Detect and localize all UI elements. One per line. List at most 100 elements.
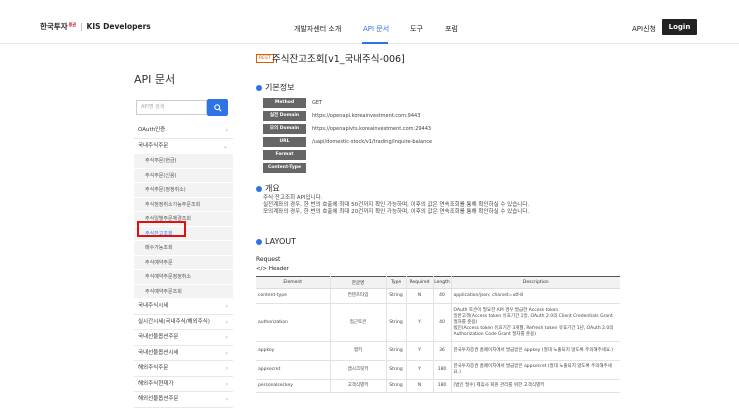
info-value: https://openapi.koreainvestment.com:9443 [312,112,421,119]
column-header: Description [451,276,620,289]
sidebar-item-oauth[interactable]: OAuth인증 › [134,123,233,139]
section-basic-info: 기본정보 [256,82,294,93]
table-cell: String [386,379,407,393]
info-key: Method [263,97,306,108]
sidebar-menu: OAuth인증 › 국내주식주문 ⌄ 주식주문(현금) 주식주문(신용) 주식주문(… [134,123,233,408]
table-row: appkey 앱키 String Y 36 한국투자증권 홈페이지에서 발급받은… [256,341,620,361]
chevron-right-icon: › [225,396,228,403]
overview-text: 주식 잔고조회 API입니다. 실전계좌의 경우, 한 번의 호출에 최대 50… [263,195,529,216]
sidebar-item-futures-order[interactable]: 국내선물옵션주문 › [134,330,233,346]
sidebar-item-overseas-order[interactable]: 해외주식주문 › [134,361,233,377]
request-label: Request [256,256,281,263]
nav-tools[interactable]: 도구 [410,24,423,34]
table-cell: Y [406,303,434,342]
chevron-right-icon: › [225,334,228,341]
sidebar-item-realtime[interactable]: 실시간시세(국내주식/해외주식) › [134,315,233,330]
sidebar-subitem[interactable]: 주식예약주문 [134,255,233,270]
table-cell: N [406,379,434,393]
table-cell: 한국투자증권 홈페이지에서 발급받은 appkey (절대 노출되지 않도록 주… [451,341,620,361]
sidebar-item-domestic-order[interactable]: 국내주식주문 ⌄ [134,139,233,155]
sidebar-item-overseas-futures-order[interactable]: 해외선물옵션주문 › [134,392,233,408]
nav-forum[interactable]: 포럼 [445,24,458,34]
bullet-dot-icon [256,238,262,245]
info-row-url: URL/uapi/domestic-stock/v1/trading/inqui… [263,136,663,147]
sidebar-subitem[interactable]: 주식예약주문정정취소 [134,270,233,285]
section-overview: 개요 [256,183,280,194]
info-row-format: Format [263,149,663,160]
request-header-table: Element 한글명 Type Required Length Descrip… [256,276,620,393]
info-row-content-type: Content-Type [263,162,663,173]
column-header: Element [256,276,331,289]
column-header: Type [386,276,407,289]
table-cell: String [386,288,407,304]
nav-about[interactable]: 개발자센터 소개 [294,24,341,34]
table-cell: 고객식별키 [330,379,387,393]
table-row: content-type 컨텐츠타입 String N 40 applicati… [256,288,620,304]
column-header: Required [406,276,434,289]
sidebar-subitem[interactable]: 주식예약주문조회 [134,284,233,299]
column-header: Length [433,276,452,289]
info-row-method: Method GET [263,97,663,108]
login-button[interactable]: Login [662,19,697,35]
bullet-dot-icon [256,84,262,91]
overview-line: 실전계좌의 경우, 한 번의 호출에 최대 50건까지 확인 가능하며, 이후의… [263,202,530,208]
section-title: 개요 [265,184,280,193]
logo-sup-text: 증권 [68,22,76,27]
table-cell: 접근토큰 [330,303,387,342]
table-cell: 180 [433,360,452,380]
section-title: LAYOUT [265,237,296,246]
sidebar-item-futures-quote[interactable]: 국내선물옵션시세 › [134,346,233,361]
table-cell: 앱시크릿키 [330,360,387,380]
info-value: https://openapivts.koreainvestment.com:2… [312,125,432,132]
table-cell: 40 [433,303,452,342]
column-header: 한글명 [330,276,387,289]
sidebar-subitem[interactable]: 주식주문(신용) [134,168,233,183]
sidebar-subitem[interactable]: 주식주문(정정취소) [134,183,233,198]
info-key: 모의 Domain [263,123,306,134]
site-logo[interactable]: 한국투자 증권 | KIS Developers [40,21,151,32]
sidebar-subitem[interactable]: 매수가능조회 [134,241,233,256]
table-cell: 한국투자증권 홈페이지에서 발급받은 appsecret (절대 노출되지 않도… [451,360,620,380]
chevron-right-icon: › [225,380,228,388]
overview-line: 모의계좌의 경우, 한 번의 호출에 최대 20건까지 확인 가능하며, 이후의… [263,209,530,215]
section-layout: LAYOUT [256,237,296,246]
table-cell: 컨텐츠타입 [330,288,387,304]
page-title: 주식잔고조회[v1_국내주식-006] [272,54,405,65]
logo-separator: | [79,22,83,31]
table-cell: [법인 필수] 제휴사 회원 관리를 위한 고객식별키 [451,379,620,393]
search-button[interactable] [207,99,228,116]
table-cell: String [386,360,407,380]
sidebar-item-overseas-price[interactable]: 해외주식현재가 › [134,377,233,392]
table-cell: N [406,288,434,304]
chevron-right-icon: › [225,127,228,134]
table-cell: application/json; charset=utf-8 [451,288,620,304]
header-label: </> Header [256,266,289,272]
info-key: URL [263,136,306,147]
api-apply-link[interactable]: API신청 [632,24,656,34]
table-cell: 36 [433,341,452,361]
info-key: Content-Type [263,162,306,173]
search-icon [213,103,222,112]
table-cell: 180 [433,379,452,393]
api-search-input[interactable]: API명 검색 [136,100,207,115]
rest-badge: REST [256,54,274,63]
info-row-mock-domain: 모의 Domain https://openapivts.koreainvestm… [263,123,663,134]
active-nav-indicator [362,42,388,44]
info-row-real-domain: 실전 Domain https://openapi.koreainvestment… [263,110,663,121]
nav-api-docs[interactable]: API 문서 [363,24,389,34]
table-cell: content-type [256,288,331,304]
table-cell: personalseckey [256,379,331,393]
sidebar-subitem[interactable]: 주식정정취소가능주문조회 [134,197,233,212]
sidebar-subitem[interactable]: 주식주문(현금) [134,154,233,169]
info-key: 실전 Domain [263,110,306,121]
table-cell: appkey [256,341,331,361]
chevron-right-icon: › [225,303,228,310]
sidebar-item-domestic-quote[interactable]: 국내주식시세 › [134,299,233,315]
sidebar-item-label: 국내주식시세 [138,303,169,309]
chevron-right-icon: › [225,318,228,326]
highlight-box [137,221,186,237]
table-cell: String [386,303,407,342]
info-value: GET [312,99,323,106]
sidebar-item-label: OAuth인증 [138,127,166,133]
table-cell: 40 [433,288,452,304]
